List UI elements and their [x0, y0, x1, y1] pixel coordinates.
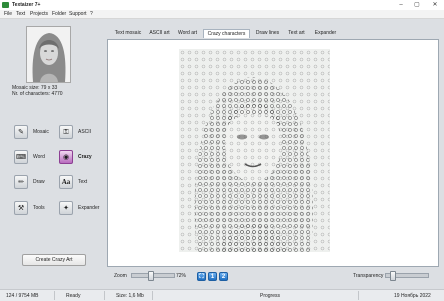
tool-label: Draw: [33, 179, 45, 185]
date-status: 19 Ноябрь 2022: [394, 293, 431, 299]
tool-word[interactable]: ⌨ Word: [14, 148, 56, 168]
transparency-slider[interactable]: [385, 271, 429, 281]
zoom-slider[interactable]: [131, 271, 175, 281]
progress-status: Progress: [260, 293, 281, 299]
status-separator: [54, 291, 55, 300]
tool-expander[interactable]: ✦ Expander: [59, 199, 101, 219]
pencil-icon: ✏: [14, 175, 28, 189]
status-separator: [152, 291, 153, 300]
menu-projects[interactable]: Projects: [30, 11, 48, 17]
create-crazy-art-button[interactable]: Create Crazy Art: [22, 254, 86, 266]
window-title: Textaizer 7+: [12, 2, 41, 8]
tab-text-art[interactable]: Text art: [285, 29, 308, 38]
tool-mosaic[interactable]: ✎ Mosaic: [14, 123, 56, 143]
tool-tools[interactable]: ⚒ Tools: [14, 199, 56, 219]
tool-label: Expander: [78, 205, 100, 211]
tools-icon: ⚒: [14, 201, 28, 215]
crazy-icon: ◉: [59, 150, 73, 164]
zoom-label: Zoom: [114, 273, 127, 279]
source-photo[interactable]: [26, 26, 71, 83]
left-panel: Mosaic size: 79 x 33 Nr. of characters: …: [0, 19, 104, 269]
menu-support[interactable]: Support: [69, 11, 87, 17]
tab-ascii-art[interactable]: ASCII art: [147, 29, 172, 38]
menu-file[interactable]: File: [4, 11, 12, 17]
status-separator: [104, 291, 105, 300]
menu-text[interactable]: Text: [16, 11, 25, 17]
tool-label: Mosaic: [33, 129, 49, 135]
ascii-icon: ⚿: [59, 125, 73, 139]
menu-bar: File Text Projects Folder Support ?: [0, 10, 444, 19]
text-icon: Aa: [59, 175, 73, 189]
tool-label: ASCII: [78, 129, 92, 135]
tool-label: Text: [78, 179, 88, 185]
crazy-characters-image: [179, 49, 330, 252]
tool-label: Word: [33, 154, 45, 160]
size-status: Size: 1,6 Mb: [116, 293, 144, 299]
tool-crazy[interactable]: ◉ Crazy: [59, 148, 101, 168]
maximize-icon[interactable]: ▢: [410, 1, 424, 9]
tool-draw[interactable]: ✏ Draw: [14, 173, 56, 193]
tab-draw-lines[interactable]: Draw lines: [253, 29, 282, 38]
zoom-1-button[interactable]: 1: [208, 272, 217, 281]
fit-window-button[interactable]: ⛶: [197, 272, 206, 281]
menu-folder[interactable]: Folder: [52, 11, 66, 17]
nr-characters: Nr. of characters: 4770: [12, 91, 63, 97]
tool-label: Crazy: [78, 154, 92, 160]
tool-ascii[interactable]: ⚿ ASCII: [59, 123, 101, 143]
zoom-value: 72%: [176, 273, 187, 279]
app-icon: [2, 2, 9, 8]
minimize-icon[interactable]: –: [394, 1, 408, 9]
mosaic-icon: ✎: [14, 125, 28, 139]
typewriter-icon: ⌨: [14, 150, 28, 164]
status-separator: [358, 291, 359, 300]
tool-text[interactable]: Aa Text: [59, 173, 101, 193]
tab-expander[interactable]: Expander: [311, 29, 340, 38]
close-icon[interactable]: ✕: [428, 1, 442, 9]
tool-label: Tools: [33, 205, 45, 211]
transparency-slider-thumb[interactable]: [390, 271, 396, 281]
transparency-label: Transparency: [353, 273, 384, 279]
ready-status: Ready: [66, 293, 81, 299]
status-bar: 124 / 9754 MB Ready Size: 1,6 Mb Progres…: [0, 289, 444, 301]
menu-help[interactable]: ?: [90, 11, 93, 17]
tab-text-mosaic[interactable]: Text mosaic: [111, 29, 145, 38]
tab-crazy-characters[interactable]: Crazy characters: [203, 29, 250, 38]
memory-status: 124 / 9754 MB: [6, 293, 39, 299]
expander-icon: ✦: [59, 201, 73, 215]
zoom-2-button[interactable]: 2: [219, 272, 228, 281]
tab-word-art[interactable]: Word art: [175, 29, 200, 38]
zoom-slider-thumb[interactable]: [148, 271, 154, 281]
